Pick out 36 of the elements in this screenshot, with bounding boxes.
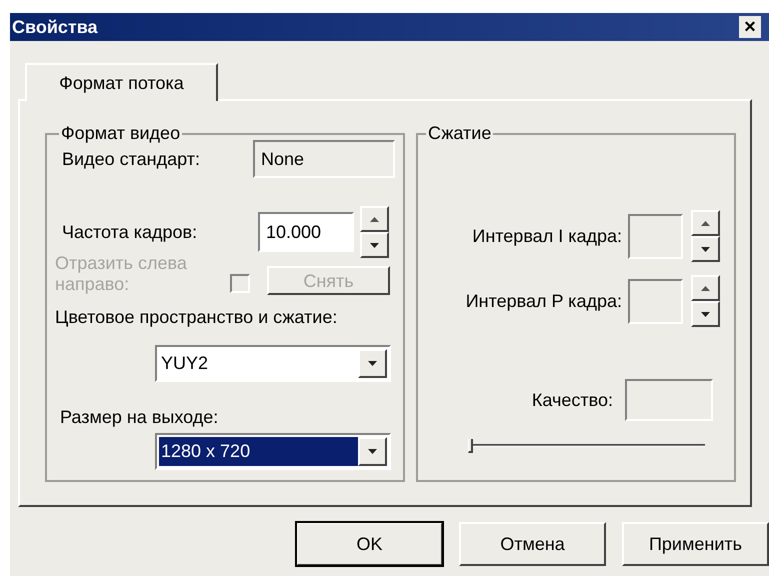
frame-rate-field[interactable]: 10.000 <box>258 212 354 252</box>
up-arrow-icon <box>370 216 379 222</box>
caret-icon <box>368 361 377 366</box>
field-label: Интервал I кадра: <box>472 224 622 248</box>
dialog-button[interactable]: Отмена <box>459 522 606 566</box>
dialog-button[interactable]: Применить <box>622 522 769 566</box>
tab[interactable]: Формат потока <box>25 63 218 101</box>
field-label: Цветовое пространство и сжатие: <box>55 306 338 329</box>
spin-up-button[interactable] <box>691 275 720 301</box>
field-label: Видео стандарт: <box>62 148 201 171</box>
spin-up-button[interactable] <box>360 206 389 232</box>
spin-down-button[interactable] <box>691 301 720 327</box>
color-space-dropdown[interactable]: YUY2 <box>155 345 391 382</box>
output-size-dropdown[interactable]: 1280 x 720 <box>155 433 391 470</box>
spin-down-button[interactable] <box>360 232 389 258</box>
field-label: Отразить слева направо: <box>55 253 188 295</box>
up-arrow-icon <box>701 220 710 226</box>
spin-up-button[interactable] <box>691 210 720 236</box>
quality-slider[interactable] <box>468 439 705 453</box>
field-label: Размер на выходе: <box>60 406 220 429</box>
combo-value: 1280 x 720 <box>159 437 358 466</box>
down-arrow-icon <box>370 242 379 248</box>
field-label: Частота кадров: <box>62 220 198 244</box>
close-button[interactable]: × <box>739 16 761 38</box>
down-arrow-icon <box>701 312 710 316</box>
down-arrow-icon <box>701 246 710 252</box>
field-label: Качество: <box>532 388 613 412</box>
dropdown-button[interactable] <box>358 349 387 378</box>
window-title: Свойства <box>12 16 98 38</box>
dropdown-button[interactable] <box>358 437 387 466</box>
up-arrow-icon <box>701 286 710 290</box>
dialog-button[interactable]: OK <box>296 522 443 566</box>
caret-icon <box>368 449 377 454</box>
combo-value: YUY2 <box>160 352 210 375</box>
spin-down-button[interactable] <box>691 236 720 262</box>
field-label: Интервал P кадра: <box>466 290 622 313</box>
